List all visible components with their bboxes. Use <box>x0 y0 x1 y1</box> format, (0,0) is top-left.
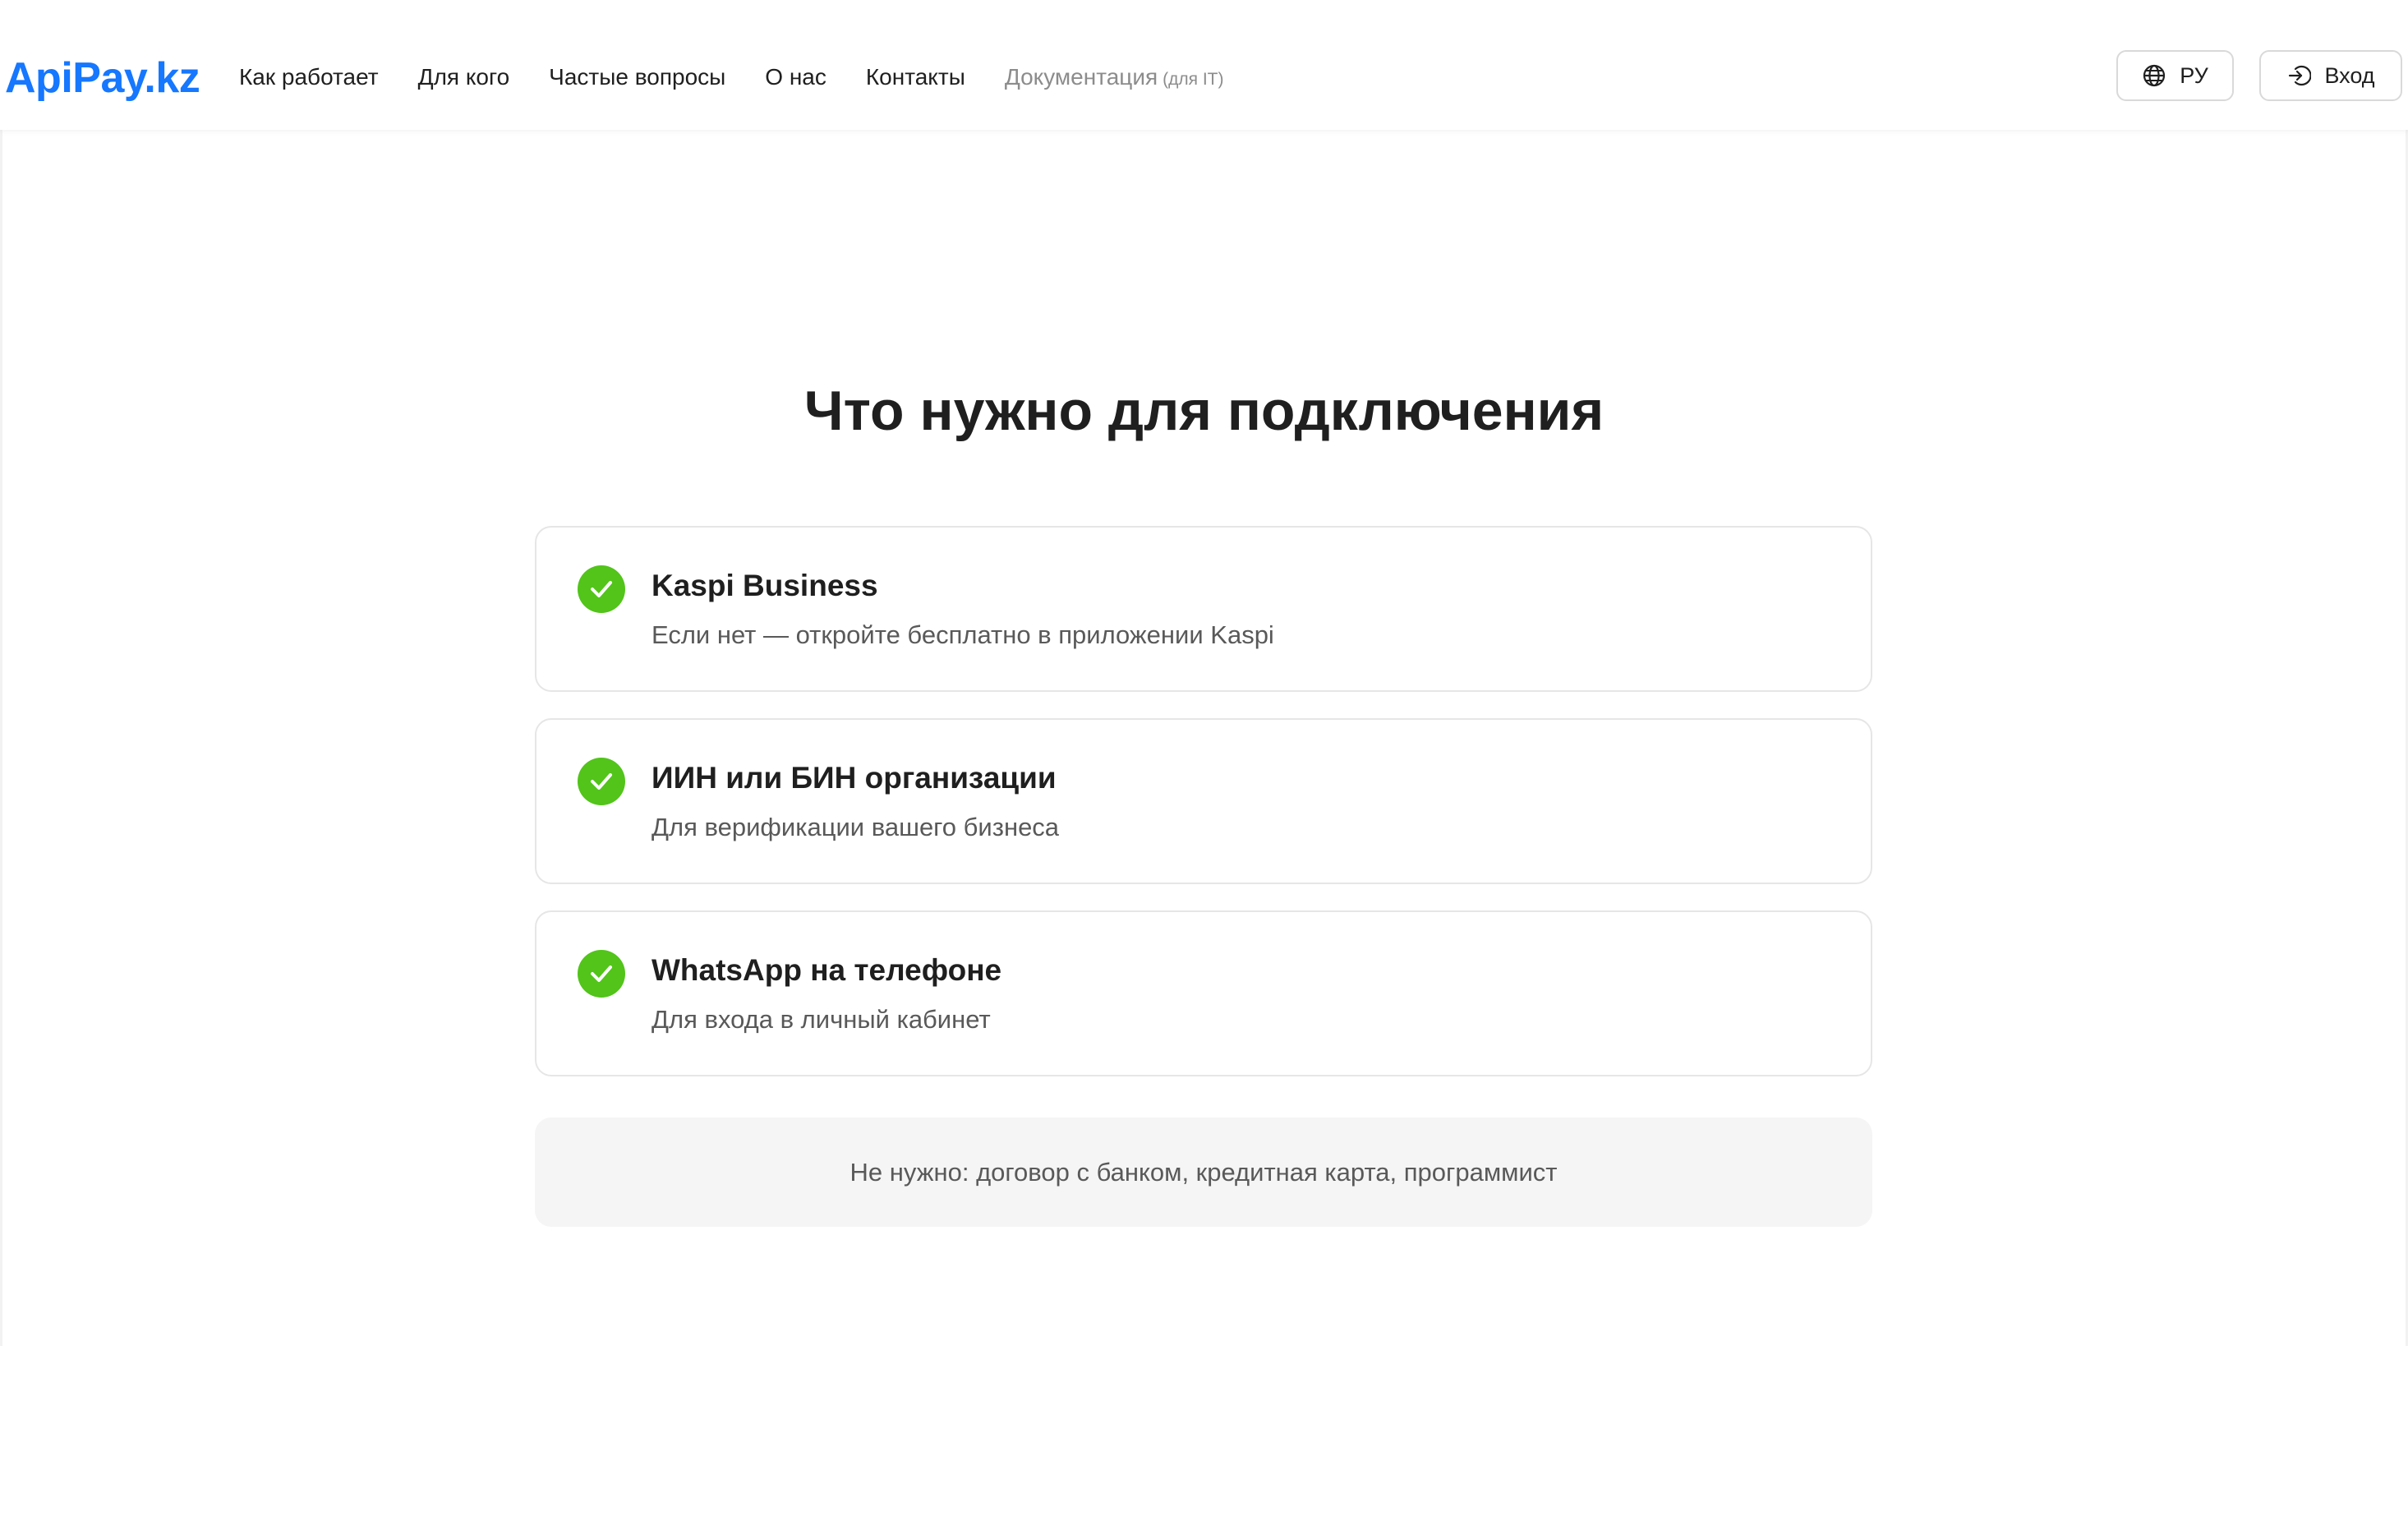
page-title: Что нужно для подключения <box>803 380 1605 442</box>
login-button[interactable]: Вход <box>2259 50 2402 101</box>
requirement-title: WhatsApp на телефоне <box>651 953 1002 987</box>
login-icon <box>2286 63 2313 88</box>
login-label: Вход <box>2324 62 2375 88</box>
nav-documentation[interactable]: Документация (для IT) <box>1005 61 1224 96</box>
nav-faq[interactable]: Частые вопросы <box>549 61 725 94</box>
nav-documentation-sub: (для IT) <box>1163 70 1224 89</box>
main-nav: Как работает Для кого Частые вопросы О н… <box>239 61 1264 96</box>
logo[interactable]: ApiPay.kz <box>5 52 200 104</box>
nav-how-it-works[interactable]: Как работает <box>239 61 379 94</box>
check-circle-icon <box>578 758 625 805</box>
requirement-description: Для входа в личный кабинет <box>651 1005 991 1034</box>
globe-icon <box>2142 63 2166 88</box>
requirement-description: Если нет — откройте бесплатно в приложен… <box>651 620 1274 649</box>
requirement-title: Kaspi Business <box>651 569 878 602</box>
check-circle-icon <box>578 950 625 998</box>
requirement-card: ИИН или БИН организации Для верификации … <box>535 718 1872 884</box>
requirement-card: Kaspi Business Если нет — откройте беспл… <box>535 526 1872 692</box>
requirement-title: ИИН или БИН организации <box>651 761 1057 795</box>
page: ApiPay.kz Как работает Для кого Частые в… <box>0 0 2408 1521</box>
requirement-description: Для верификации вашего бизнеса <box>651 813 1060 841</box>
check-circle-icon <box>578 565 625 613</box>
requirement-card: WhatsApp на телефоне Для входа в личный … <box>535 910 1872 1076</box>
nav-about[interactable]: О нас <box>765 61 826 94</box>
not-required-note: Не нужно: договор с банком, кредитная ка… <box>535 1118 1872 1227</box>
nav-documentation-label: Документация <box>1004 64 1158 90</box>
nav-contacts[interactable]: Контакты <box>866 61 965 94</box>
nav-for-whom[interactable]: Для кого <box>418 61 510 94</box>
site-header: ApiPay.kz Как работает Для кого Частые в… <box>0 0 2408 130</box>
language-label: РУ <box>2180 62 2208 88</box>
language-button[interactable]: РУ <box>2116 50 2234 101</box>
